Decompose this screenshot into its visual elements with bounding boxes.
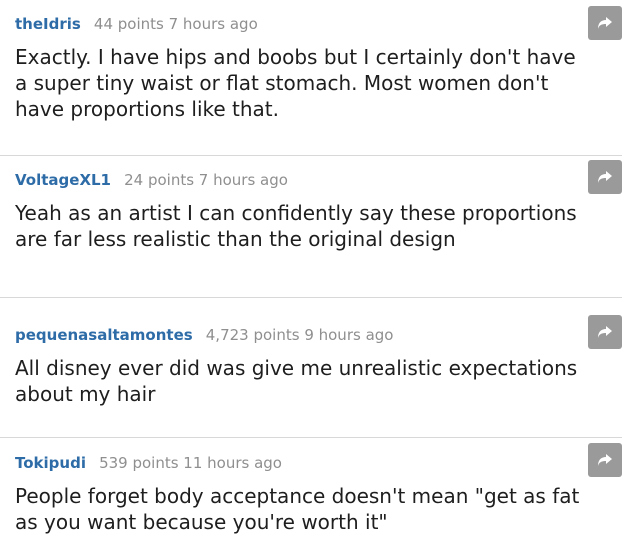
comment-body: Exactly. I have hips and boobs but I cer… — [15, 45, 576, 121]
share-arrow-icon — [598, 17, 612, 29]
comment-username[interactable]: pequenasaltamontes — [15, 326, 193, 344]
share-arrow-icon — [598, 171, 612, 183]
comment-header: Tokipudi 539 points 11 hours ago — [15, 453, 282, 473]
comment-username[interactable]: Tokipudi — [15, 454, 86, 472]
comment-body: All disney ever did was give me unrealis… — [15, 356, 578, 406]
share-arrow-icon — [598, 326, 612, 338]
divider — [0, 297, 622, 298]
comment-meta: 4,723 points 9 hours ago — [205, 326, 394, 344]
comment-meta: 539 points 11 hours ago — [99, 454, 282, 472]
comment-header: pequenasaltamontes 4,723 points 9 hours … — [15, 325, 393, 345]
comment-body: Yeah as an artist I can confidently say … — [15, 201, 577, 251]
comment-username[interactable]: VoltageXL1 — [15, 171, 111, 189]
comment-header: theIdris 44 points 7 hours ago — [15, 14, 258, 34]
comment-meta: 44 points 7 hours ago — [93, 15, 258, 33]
divider — [0, 155, 622, 156]
share-button[interactable] — [588, 6, 622, 40]
comment-body: People forget body acceptance doesn't me… — [15, 484, 580, 534]
share-button[interactable] — [588, 315, 622, 349]
comment-header: VoltageXL1 24 points 7 hours ago — [15, 170, 288, 190]
share-button[interactable] — [588, 443, 622, 477]
divider — [0, 437, 622, 438]
comment-username[interactable]: theIdris — [15, 15, 81, 33]
share-arrow-icon — [598, 454, 612, 466]
share-button[interactable] — [588, 160, 622, 194]
comment-meta: 24 points 7 hours ago — [124, 171, 288, 189]
